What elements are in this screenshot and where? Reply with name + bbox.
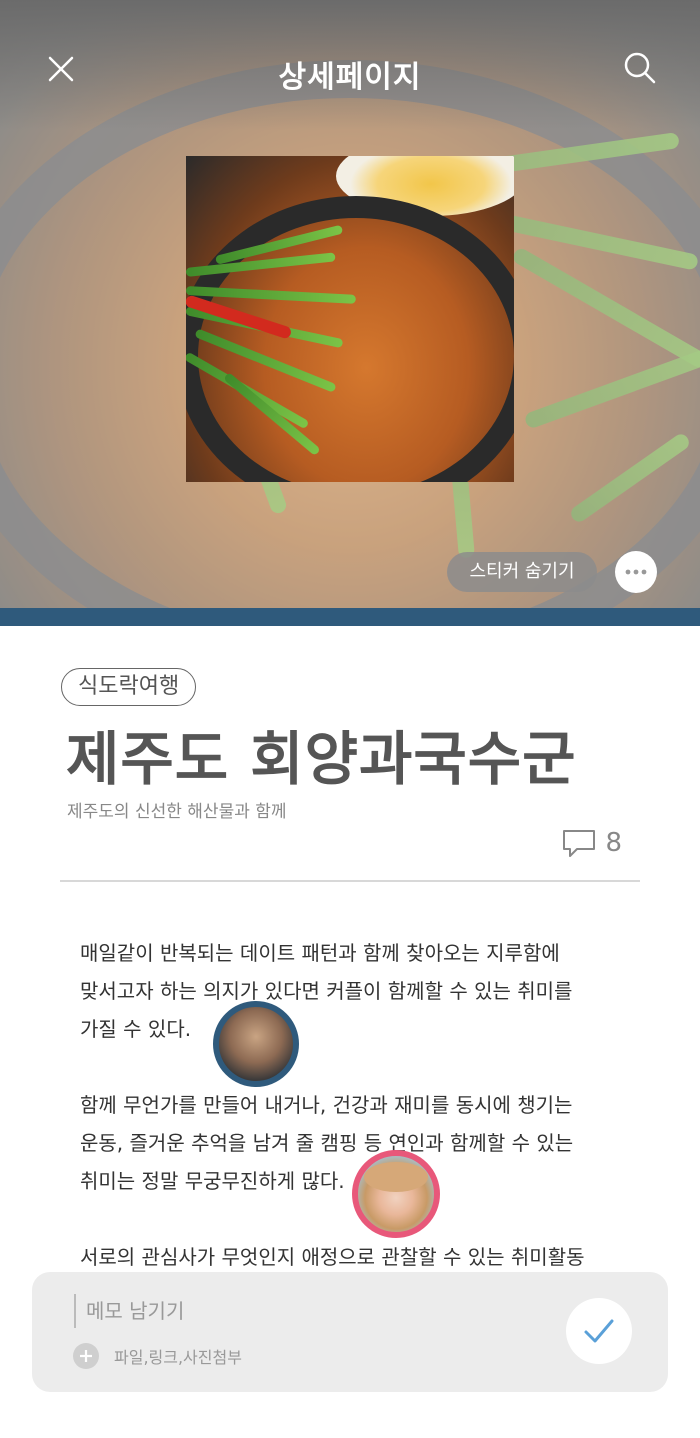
article-subtitle: 제주도의 신선한 해산물과 함께: [67, 802, 287, 822]
body-line: 운동, 즐거운 추억을 남겨 줄 캠핑 등 연인과 함께할 수 있는: [80, 1131, 574, 1155]
check-icon: [584, 1319, 614, 1343]
user-avatar[interactable]: [213, 1001, 299, 1087]
comment-count: 8: [605, 828, 622, 858]
more-horizontal-icon: [625, 569, 647, 575]
body-line: 서로의 관심사가 무엇인지 애정으로 관찰할 수 있는 취미활동: [80, 1245, 585, 1269]
plus-circle-icon: [73, 1343, 99, 1369]
hero-image: 상세페이지 스티커 숨기기: [0, 0, 700, 608]
body-line: 가질 수 있다.: [80, 1017, 192, 1041]
avatar-hat: [364, 1162, 428, 1192]
article-title: 제주도 회양과국수군: [66, 725, 577, 793]
memo-input[interactable]: [74, 1294, 534, 1328]
submit-memo-button[interactable]: [566, 1298, 632, 1364]
attach-button[interactable]: 파일,링크,사진첨부: [72, 1342, 242, 1370]
food-sticker-image[interactable]: [186, 156, 514, 482]
hide-stickers-button[interactable]: 스티커 숨기기: [447, 552, 597, 592]
top-bar: 상세페이지: [0, 40, 700, 100]
memo-panel: 파일,링크,사진첨부: [32, 1272, 668, 1392]
speech-bubble-icon: [563, 830, 596, 857]
body-line: 함께 무언가를 만들어 내거나, 건강과 재미를 동시에 챙기는: [80, 1093, 573, 1117]
search-button[interactable]: [620, 48, 660, 88]
body-line: 매일같이 반복되는 데이트 패턴과 함께 찾아오는 지루함에: [80, 941, 560, 965]
accent-bar: [0, 608, 700, 626]
thumb-pot: [186, 196, 514, 482]
search-icon: [624, 52, 656, 84]
more-button[interactable]: [615, 551, 657, 593]
page-title: 상세페이지: [278, 60, 422, 95]
article-body: 매일같이 반복되는 데이트 패턴과 함께 찾아오는 지루함에 맞서고자 하는 의…: [80, 934, 640, 1276]
category-tag[interactable]: 식도락여행: [61, 668, 197, 706]
body-line: 맞서고자 하는 의지가 있다면 커플이 함께할 수 있는 취미를: [80, 979, 573, 1003]
divider: [60, 880, 640, 882]
attach-label: 파일,링크,사진첨부: [114, 1348, 242, 1367]
user-avatar[interactable]: [352, 1150, 440, 1238]
comment-button[interactable]: 8: [561, 826, 622, 860]
